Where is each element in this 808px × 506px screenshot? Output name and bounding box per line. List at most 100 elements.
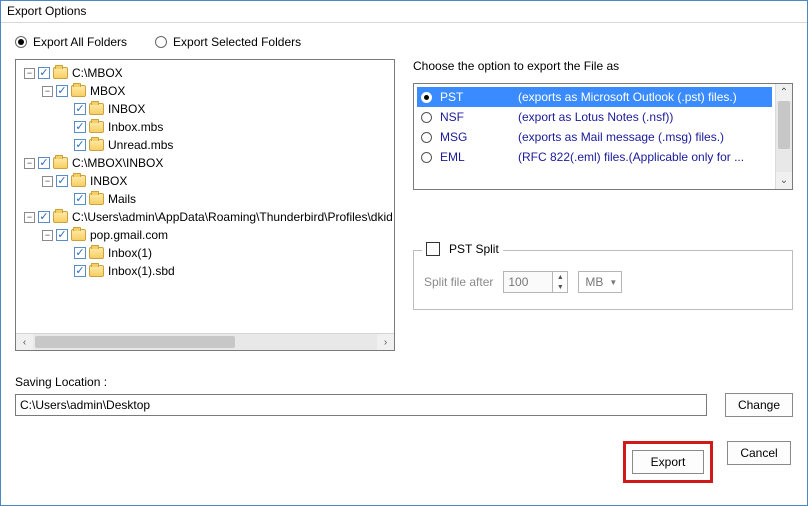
scroll-left-icon[interactable]: ‹ (16, 334, 33, 350)
tree-checkbox[interactable] (74, 139, 86, 151)
folder-icon (89, 121, 104, 133)
tree-node-label: C:\MBOX\INBOX (72, 156, 163, 170)
tree-node[interactable]: − C:\Users\admin\AppData\Roaming\Thunderb… (20, 208, 395, 226)
tree-node-label: INBOX (90, 174, 127, 188)
format-name: NSF (440, 110, 510, 124)
format-name: PST (440, 90, 510, 104)
tree-node-label: Mails (108, 192, 136, 206)
export-button-highlight: Export (623, 441, 713, 483)
folder-tree[interactable]: −C:\MBOX−MBOXINBOXInbox.mbsUnread.mbs−C:… (15, 59, 395, 351)
tree-node[interactable]: − INBOX (20, 172, 395, 190)
scroll-right-icon[interactable]: › (377, 334, 394, 350)
spinner-down-icon[interactable]: ▼ (553, 282, 567, 292)
scroll-track[interactable] (776, 101, 792, 172)
format-option-msg[interactable]: MSG (exports as Mail message (.msg) files… (417, 127, 772, 147)
folder-icon (53, 67, 68, 79)
pst-split-group: PST Split Split file after ▲ ▼ MB ▼ (413, 250, 793, 310)
folder-icon (71, 85, 86, 97)
tree-expander-icon[interactable]: − (24, 212, 35, 223)
tree-checkbox[interactable] (74, 247, 86, 259)
radio-dot-icon (421, 132, 432, 143)
format-desc: (exports as Microsoft Outlook (.pst) fil… (518, 90, 768, 104)
tree-checkbox[interactable] (56, 229, 68, 241)
tree-node[interactable]: Inbox.mbs (20, 118, 395, 136)
tree-node[interactable]: Mails (20, 190, 395, 208)
tree-expander-icon[interactable]: − (42, 86, 53, 97)
format-list[interactable]: PST (exports as Microsoft Outlook (.pst) … (414, 84, 775, 189)
choose-format-label: Choose the option to export the File as (413, 59, 793, 73)
scroll-down-icon[interactable]: ⌄ (776, 172, 792, 189)
radio-dot-icon (421, 92, 432, 103)
tree-node[interactable]: −MBOX (20, 82, 395, 100)
radio-dot-icon (15, 36, 27, 48)
folder-icon (71, 229, 86, 241)
radio-export-all[interactable]: Export All Folders (15, 35, 127, 49)
format-desc: (export as Lotus Notes (.nsf)) (518, 110, 768, 124)
tree-node[interactable]: INBOX (20, 100, 395, 118)
tree-node-label: C:\Users\admin\AppData\Roaming\Thunderbi… (72, 210, 393, 224)
tree-node-label: Inbox(1) (108, 246, 152, 260)
format-name: MSG (440, 130, 510, 144)
export-button[interactable]: Export (632, 450, 704, 474)
tree-checkbox[interactable] (38, 211, 50, 223)
cancel-button[interactable]: Cancel (727, 441, 791, 465)
radio-export-all-label: Export All Folders (33, 35, 127, 49)
format-desc: (RFC 822(.eml) files.(Applicable only fo… (518, 150, 768, 164)
tree-checkbox[interactable] (38, 67, 50, 79)
tree-checkbox[interactable] (74, 121, 86, 133)
format-option-nsf[interactable]: NSF (export as Lotus Notes (.nsf)) (417, 107, 772, 127)
pst-split-legend-label: PST Split (449, 242, 499, 256)
split-size-input[interactable] (504, 272, 552, 292)
tree-checkbox[interactable] (74, 103, 86, 115)
spinner-up-icon[interactable]: ▲ (553, 272, 567, 282)
export-options-dialog: Export Options Export All Folders Export… (0, 0, 808, 506)
tree-expander-icon[interactable]: − (42, 176, 53, 187)
format-name: EML (440, 150, 510, 164)
radio-export-selected[interactable]: Export Selected Folders (155, 35, 301, 49)
scroll-up-icon[interactable]: ⌃ (776, 84, 792, 101)
format-list-box: PST (exports as Microsoft Outlook (.pst) … (413, 83, 793, 190)
tree-checkbox[interactable] (56, 175, 68, 187)
tree-checkbox[interactable] (56, 85, 68, 97)
scroll-thumb[interactable] (778, 101, 790, 149)
tree-node-label: pop.gmail.com (90, 228, 168, 242)
change-button[interactable]: Change (725, 393, 793, 417)
tree-h-scrollbar[interactable]: ‹ › (16, 333, 394, 350)
split-file-after-label: Split file after (424, 275, 493, 289)
format-option-pst[interactable]: PST (exports as Microsoft Outlook (.pst) … (417, 87, 772, 107)
tree-node[interactable]: − pop.gmail.com (20, 226, 395, 244)
pst-split-checkbox[interactable] (426, 242, 440, 256)
scroll-thumb[interactable] (35, 336, 235, 348)
folder-icon (53, 211, 68, 223)
folder-icon (71, 175, 86, 187)
tree-node-label: Inbox.mbs (108, 120, 163, 134)
tree-node[interactable]: − C:\MBOX\INBOX (20, 154, 395, 172)
tree-node[interactable]: Inbox(1).sbd (20, 262, 395, 280)
radio-dot-icon (421, 152, 432, 163)
tree-node-label: Inbox(1).sbd (108, 264, 175, 278)
folder-icon (89, 193, 104, 205)
folder-icon (89, 265, 104, 277)
tree-node-label: Unread.mbs (108, 138, 173, 152)
split-size-spinner[interactable]: ▲ ▼ (503, 271, 568, 293)
tree-expander-icon[interactable]: − (24, 68, 35, 79)
format-desc: (exports as Mail message (.msg) files.) (518, 130, 768, 144)
scroll-track[interactable] (33, 334, 377, 350)
format-option-eml[interactable]: EML (RFC 822(.eml) files.(Applicable only… (417, 147, 772, 167)
tree-checkbox[interactable] (38, 157, 50, 169)
radio-export-selected-label: Export Selected Folders (173, 35, 301, 49)
saving-location-input[interactable] (15, 394, 707, 416)
pst-split-legend: PST Split (422, 242, 503, 256)
split-unit-select[interactable]: MB ▼ (578, 271, 622, 293)
tree-expander-icon[interactable]: − (24, 158, 35, 169)
tree-checkbox[interactable] (74, 193, 86, 205)
dialog-body: Export All Folders Export Selected Folde… (1, 23, 807, 505)
tree-node[interactable]: Inbox(1) (20, 244, 395, 262)
chevron-down-icon: ▼ (609, 278, 617, 287)
format-v-scrollbar[interactable]: ⌃ ⌄ (775, 84, 792, 189)
tree-expander-icon[interactable]: − (42, 230, 53, 241)
tree-checkbox[interactable] (74, 265, 86, 277)
folder-icon (89, 247, 104, 259)
tree-node[interactable]: −C:\MBOX (20, 64, 395, 82)
tree-node[interactable]: Unread.mbs (20, 136, 395, 154)
